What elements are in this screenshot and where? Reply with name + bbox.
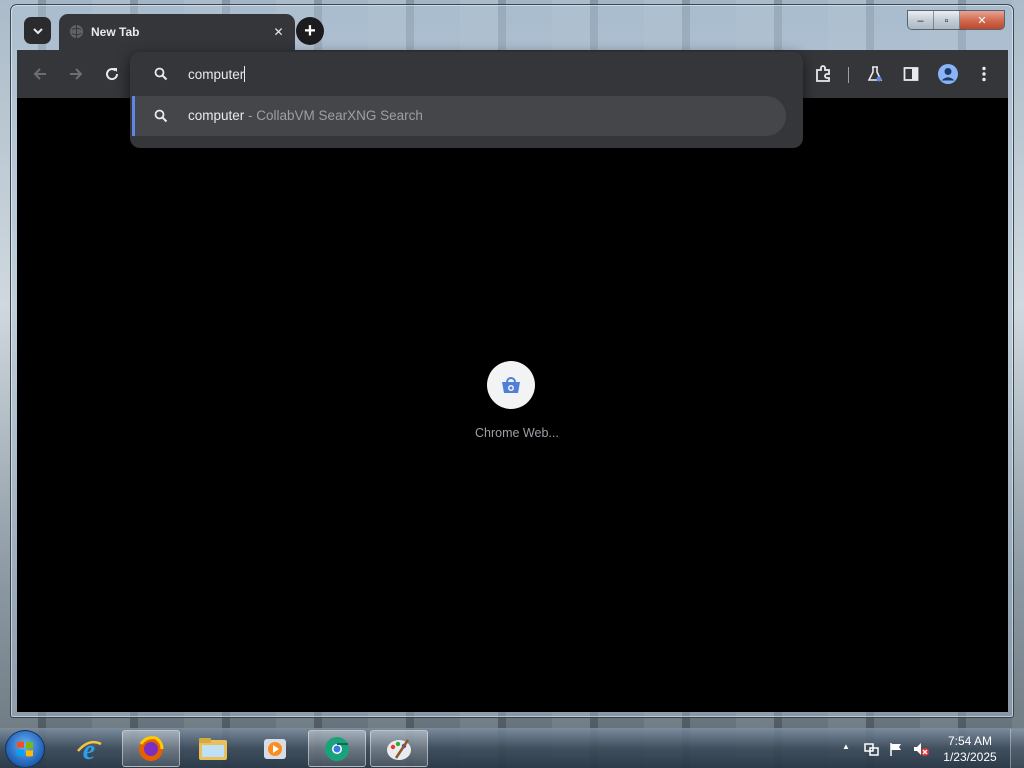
chrome-browser: New Tab ✕ + computer computer - CollabVM… — [17, 14, 1008, 712]
chrome-icon — [325, 736, 349, 761]
shortcut-tile — [487, 361, 535, 409]
taskbar-file-explorer[interactable] — [184, 730, 242, 767]
tab-close-button[interactable]: ✕ — [270, 23, 287, 40]
globe-icon — [69, 24, 84, 39]
chevron-down-icon — [32, 27, 43, 34]
puzzle-icon — [816, 65, 830, 82]
arrow-right-icon — [70, 68, 83, 80]
reload-button[interactable] — [100, 62, 124, 86]
firefox-icon — [139, 735, 164, 761]
taskbar: e ▲ 7:54 AM 1/23/2025 — [0, 728, 1024, 768]
suggestion-separator: - — [244, 108, 257, 123]
shortcut-chrome-web-store[interactable]: Chrome Web... — [475, 361, 559, 440]
new-tab-button[interactable]: + — [296, 17, 324, 45]
profile-button[interactable] — [936, 62, 960, 86]
arrow-left-icon — [33, 68, 46, 80]
side-panel-icon — [903, 67, 919, 81]
tab-strip: New Tab ✕ + — [17, 14, 1008, 50]
folder-icon — [199, 737, 227, 760]
tab-new-tab[interactable]: New Tab ✕ — [59, 14, 295, 50]
show-hidden-icons-button[interactable]: ▲ — [842, 742, 850, 751]
text-caret — [244, 66, 246, 82]
omnibox-text: computer — [188, 66, 246, 82]
network-icon[interactable] — [864, 741, 880, 757]
clock-time: 7:54 AM — [947, 734, 993, 748]
close-icon: ✕ — [273, 24, 284, 39]
avatar-icon — [938, 64, 958, 84]
forward-button[interactable] — [64, 62, 88, 86]
taskbar-paint[interactable] — [370, 730, 428, 767]
clock-date: 1/23/2025 — [943, 750, 997, 764]
menu-button[interactable] — [972, 62, 996, 86]
action-center-flag-icon[interactable] — [888, 741, 904, 757]
clock[interactable]: 7:54 AM 1/23/2025 — [940, 733, 1000, 765]
taskbar-internet-explorer[interactable]: e — [60, 730, 118, 767]
search-icon — [154, 67, 168, 81]
omnibox-suggestion[interactable]: computer - CollabVM SearXNG Search — [132, 96, 786, 136]
media-player-icon — [264, 738, 286, 759]
reload-icon — [106, 68, 119, 81]
tab-search-button[interactable] — [24, 17, 51, 44]
suggestion-source: CollabVM SearXNG Search — [256, 108, 423, 123]
new-tab-page: Chrome Web... — [17, 98, 1008, 712]
tab-title: New Tab — [91, 25, 140, 39]
windows-logo-icon — [17, 741, 33, 757]
paint-icon — [387, 738, 411, 760]
show-desktop-button[interactable] — [1010, 729, 1024, 768]
extensions-button[interactable] — [811, 62, 835, 86]
toolbar-divider — [848, 67, 849, 83]
start-button[interactable] — [5, 730, 45, 768]
taskbar-media-player[interactable] — [246, 730, 304, 767]
search-icon — [154, 109, 168, 123]
flask-icon — [867, 66, 883, 82]
internet-explorer-icon: e — [77, 735, 102, 764]
more-vert-icon — [982, 66, 986, 82]
shortcut-label: Chrome Web... — [475, 426, 559, 440]
suggestion-query: computer — [188, 108, 245, 123]
plus-icon: + — [304, 20, 316, 42]
volume-muted-icon[interactable] — [912, 741, 930, 757]
taskbar-firefox[interactable] — [122, 730, 180, 767]
svg-text:e: e — [83, 735, 95, 764]
side-panel-button[interactable] — [899, 62, 923, 86]
omnibox-input[interactable]: computer — [130, 52, 803, 96]
suggestion-text: computer - CollabVM SearXNG Search — [188, 108, 423, 123]
back-button[interactable] — [28, 62, 52, 86]
labs-button[interactable] — [863, 62, 887, 86]
typed-text: computer — [188, 67, 245, 82]
taskbar-chrome[interactable] — [308, 730, 366, 767]
system-tray: ▲ 7:54 AM 1/23/2025 — [824, 729, 1024, 768]
omnibox-popup: computer computer - CollabVM SearXNG Sea… — [130, 52, 803, 148]
web-store-icon — [502, 377, 520, 393]
